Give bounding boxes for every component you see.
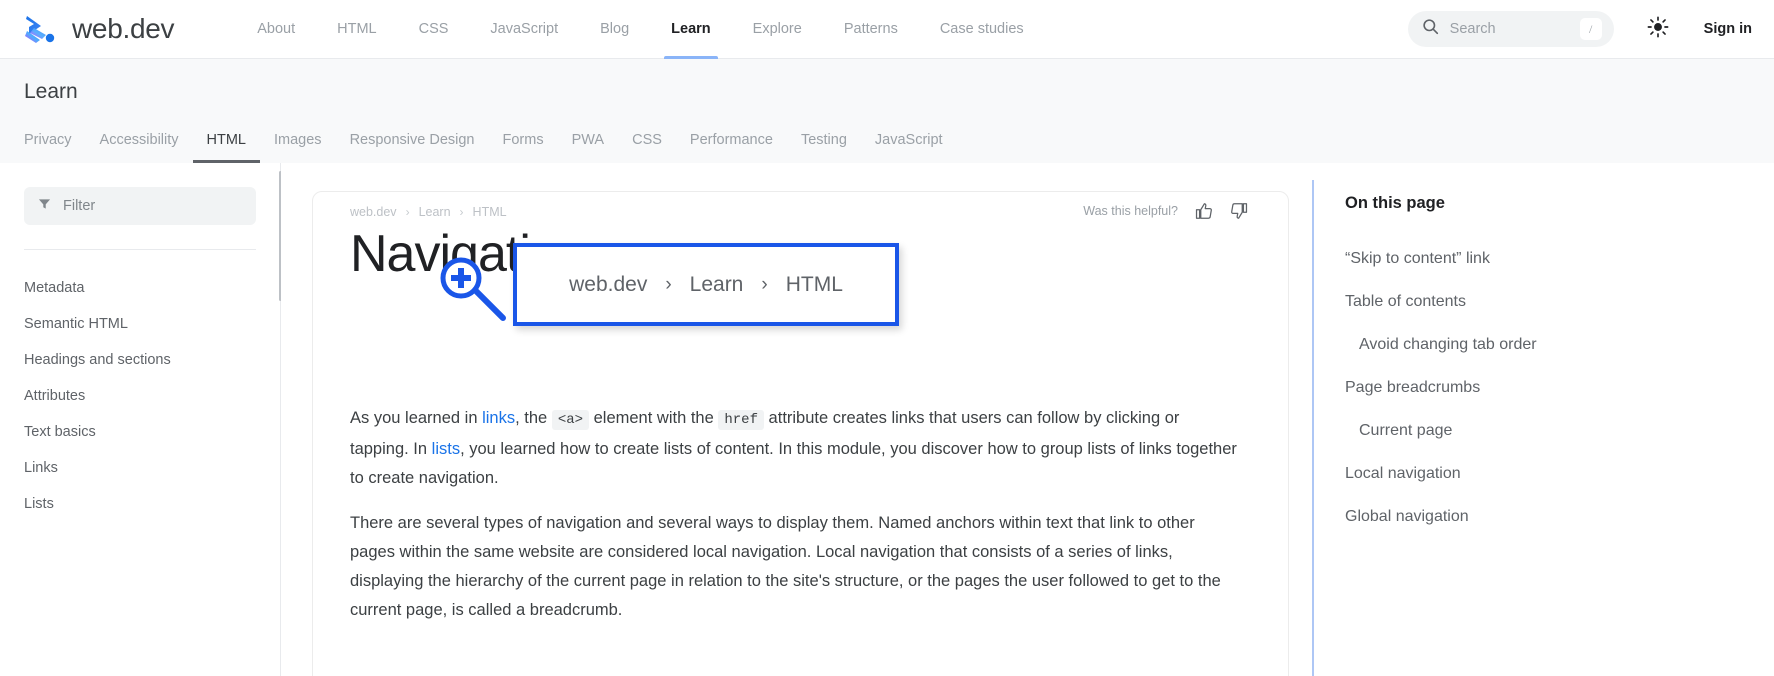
feedback-widget: Was this helpful?: [1083, 202, 1248, 220]
toc-item-page-breadcrumbs[interactable]: Page breadcrumbs: [1345, 366, 1745, 409]
sidebar-nav-list: Metadata Semantic HTML Headings and sect…: [0, 250, 280, 522]
tab-accessibility[interactable]: Accessibility: [86, 117, 193, 163]
filter-input[interactable]: Filter: [24, 187, 256, 225]
toc-title: On this page: [1345, 194, 1445, 213]
on-this-page-panel: On this page “Skip to content” link Tabl…: [1312, 163, 1774, 676]
site-header: web.dev About HTML CSS JavaScript Blog L…: [0, 0, 1774, 59]
nav-item-blog[interactable]: Blog: [579, 0, 650, 59]
article-paragraph-1: As you learned in links, the <a> element…: [350, 404, 1240, 493]
search-placeholder: Search: [1450, 21, 1569, 37]
nav-item-about[interactable]: About: [236, 0, 316, 59]
callout-breadcrumb-item-webdev: web.dev: [569, 273, 647, 297]
text-segment: element with the: [589, 409, 718, 427]
toc-item-local-navigation[interactable]: Local navigation: [1345, 452, 1745, 495]
webdev-chevron-logo-icon: [24, 13, 58, 45]
nav-item-css[interactable]: CSS: [398, 0, 470, 59]
tab-testing[interactable]: Testing: [787, 117, 861, 163]
sidebar-item-headings-and-sections[interactable]: Headings and sections: [0, 342, 280, 378]
callout-breadcrumb-separator-icon: ›: [761, 274, 767, 296]
tab-performance[interactable]: Performance: [676, 117, 787, 163]
breadcrumb-item-webdev[interactable]: web.dev: [350, 205, 397, 219]
tab-privacy[interactable]: Privacy: [10, 117, 86, 163]
breadcrumb-item-html[interactable]: HTML: [473, 205, 507, 219]
breadcrumb-item-learn[interactable]: Learn: [419, 205, 451, 219]
tab-forms[interactable]: Forms: [489, 117, 558, 163]
inline-code-anchor-tag: <a>: [552, 410, 589, 430]
sun-icon: [1647, 16, 1669, 43]
theme-toggle-button[interactable]: [1636, 7, 1680, 51]
tab-html[interactable]: HTML: [193, 117, 260, 163]
filter-area: Filter: [0, 163, 280, 250]
toc-item-skip-to-content-link[interactable]: “Skip to content” link: [1345, 237, 1745, 280]
sign-in-button[interactable]: Sign in: [1704, 21, 1752, 37]
thumbs-down-icon[interactable]: [1230, 202, 1248, 220]
main-content: web.dev › Learn › HTML Was this helpful?: [281, 163, 1312, 676]
nav-item-case-studies[interactable]: Case studies: [919, 0, 1045, 59]
toc-accent-rule: [1312, 180, 1314, 676]
nav-item-learn[interactable]: Learn: [650, 0, 732, 59]
search-input[interactable]: Search /: [1408, 11, 1614, 47]
text-segment: , you learned how to create lists of con…: [350, 440, 1237, 487]
section-tabs: Privacy Accessibility HTML Images Respon…: [0, 117, 957, 163]
sidebar-item-semantic-html[interactable]: Semantic HTML: [0, 306, 280, 342]
sidebar-item-lists[interactable]: Lists: [0, 486, 280, 522]
filter-placeholder: Filter: [63, 198, 95, 214]
toc-list: “Skip to content” link Table of contents…: [1345, 237, 1745, 538]
callout-breadcrumb-item-learn: Learn: [690, 273, 744, 297]
brand-home-link[interactable]: web.dev: [24, 13, 174, 45]
nav-item-explore[interactable]: Explore: [732, 0, 823, 59]
tab-pwa[interactable]: PWA: [558, 117, 619, 163]
search-icon: [1422, 18, 1439, 40]
article-paragraph-2: There are several types of navigation an…: [350, 509, 1240, 625]
breadcrumb: web.dev › Learn › HTML: [350, 205, 507, 219]
breadcrumb-separator-icon: ›: [460, 205, 464, 219]
toc-item-table-of-contents[interactable]: Table of contents: [1345, 280, 1745, 323]
text-segment: , the: [515, 409, 552, 427]
toc-item-global-navigation[interactable]: Global navigation: [1345, 495, 1745, 538]
search-shortcut-badge: /: [1580, 18, 1602, 40]
nav-item-html[interactable]: HTML: [316, 0, 397, 59]
primary-nav: About HTML CSS JavaScript Blog Learn Exp…: [236, 0, 1044, 59]
page-root: web.dev About HTML CSS JavaScript Blog L…: [0, 0, 1774, 676]
toc-item-avoid-changing-tab-order[interactable]: Avoid changing tab order: [1345, 323, 1745, 366]
callout-breadcrumb-item-html: HTML: [786, 273, 843, 297]
brand-name: web.dev: [72, 13, 174, 45]
section-header: Learn Privacy Accessibility HTML Images …: [0, 59, 1774, 163]
sidebar-item-links[interactable]: Links: [0, 450, 280, 486]
header-actions: Search /: [1408, 7, 1752, 51]
sidebar-item-metadata[interactable]: Metadata: [0, 270, 280, 306]
section-title: Learn: [24, 80, 78, 104]
breadcrumb-separator-icon: ›: [406, 205, 410, 219]
text-segment: There are several types of navigation an…: [350, 514, 1221, 619]
nav-item-javascript[interactable]: JavaScript: [469, 0, 579, 59]
tab-responsive-design[interactable]: Responsive Design: [336, 117, 489, 163]
filter-funnel-icon: [38, 197, 51, 215]
callout-breadcrumb-separator-icon: ›: [665, 274, 671, 296]
text-segment: As you learned in: [350, 409, 482, 427]
nav-item-patterns[interactable]: Patterns: [823, 0, 919, 59]
inline-link-lists[interactable]: lists: [432, 440, 460, 458]
inline-code-href: href: [718, 410, 764, 430]
toc-item-current-page[interactable]: Current page: [1345, 409, 1745, 452]
tab-images[interactable]: Images: [260, 117, 336, 163]
left-sidebar: Filter Metadata Semantic HTML Headings a…: [0, 163, 281, 676]
inline-link-links[interactable]: links: [482, 409, 515, 427]
sidebar-item-text-basics[interactable]: Text basics: [0, 414, 280, 450]
tab-css[interactable]: CSS: [618, 117, 676, 163]
tab-javascript[interactable]: JavaScript: [861, 117, 957, 163]
callout-breadcrumb: web.dev › Learn › HTML: [569, 273, 843, 297]
thumbs-up-icon[interactable]: [1195, 202, 1213, 220]
magnified-breadcrumb-callout: web.dev › Learn › HTML: [513, 243, 899, 326]
magnifier-plus-icon: [439, 256, 483, 300]
sidebar-item-attributes[interactable]: Attributes: [0, 378, 280, 414]
feedback-label: Was this helpful?: [1083, 204, 1178, 218]
